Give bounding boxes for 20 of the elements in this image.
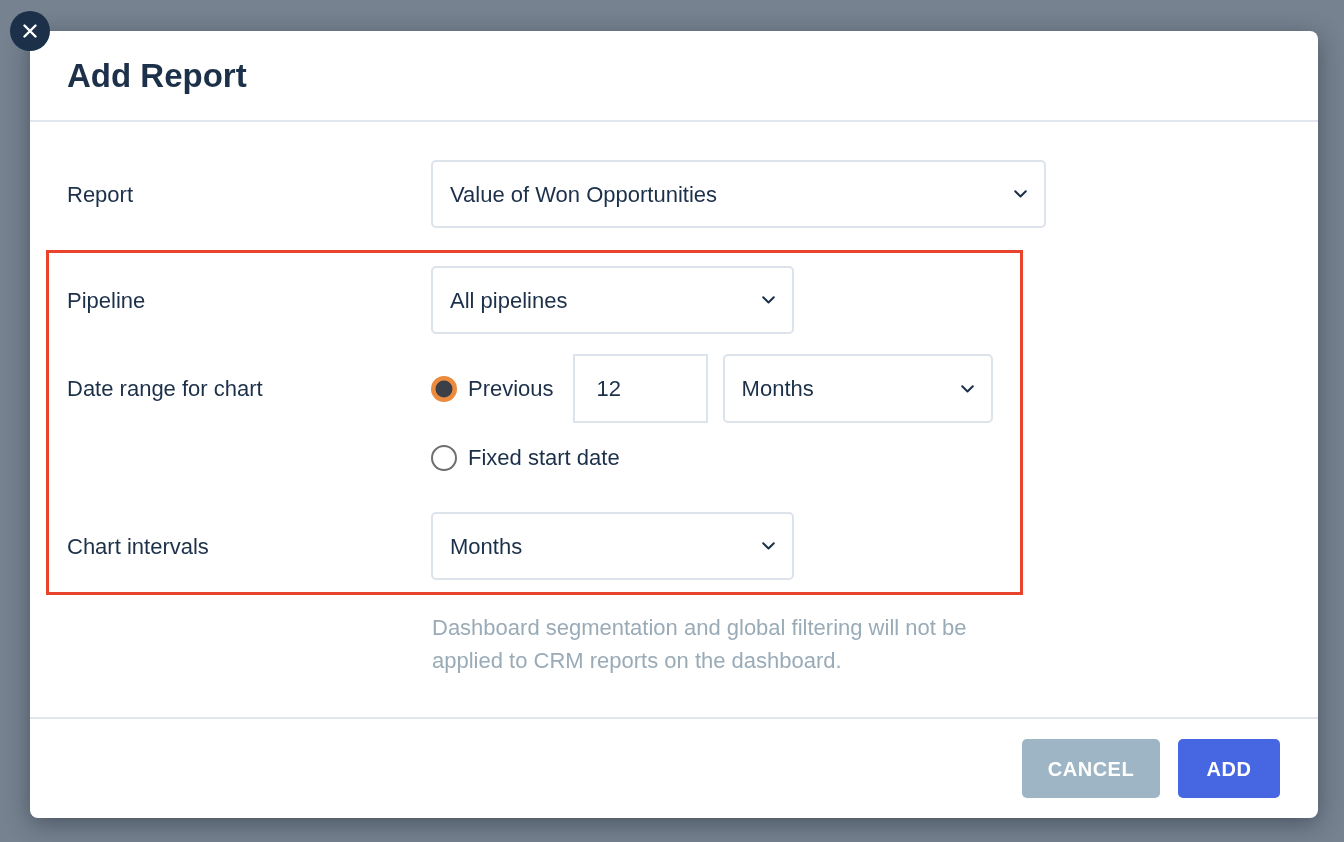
dropdown[interactable]: Months [722,354,993,423]
radio-option[interactable]: Fixed start date [431,441,620,474]
field-label: Report [67,180,134,209]
chevron-down-icon [1014,190,1027,198]
chevron-down-icon [762,296,775,304]
dialog-title: Add Report [67,59,247,92]
chevron-down-icon [960,384,974,393]
close-icon [23,24,37,38]
close-button[interactable] [10,11,50,51]
chevron-down-icon [762,542,775,550]
field-label: Date range for chart [67,374,263,403]
number-field[interactable]: 12 [572,354,708,423]
field-label: Chart intervals [67,532,209,561]
radio-option[interactable]: Previous [431,372,554,405]
field-label: Pipeline [67,286,146,315]
add-button[interactable]: ADD [1178,739,1280,798]
help-text: Dashboard segmentation and global filtering will not be applied to CRM reports on the dashboard. [432,614,968,675]
dropdown[interactable]: Value of Won Opportunities [431,160,1046,228]
dropdown[interactable]: All pipelines [431,266,794,334]
dropdown[interactable]: Months [431,512,794,580]
